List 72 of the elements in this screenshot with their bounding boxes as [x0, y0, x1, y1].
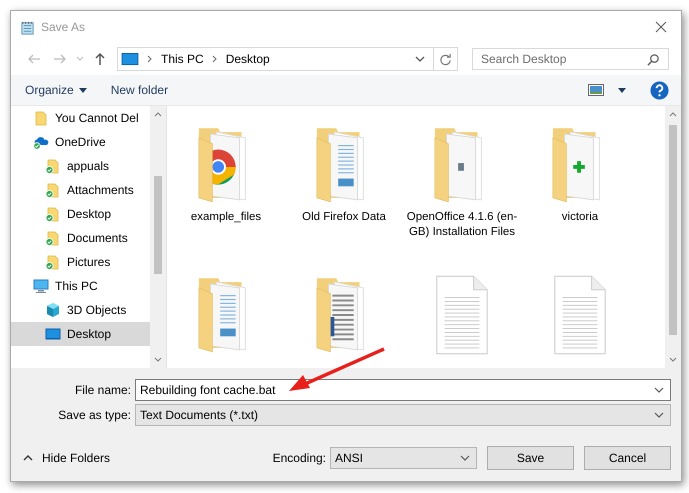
chevron-down-icon [654, 412, 664, 418]
file-item[interactable]: example_files [167, 124, 285, 274]
sidebar-item[interactable]: Attachments [11, 178, 150, 202]
file-name: victoria [560, 210, 600, 225]
chevron-up-icon [23, 455, 33, 461]
left-arrow-icon [27, 52, 41, 66]
organize-menu-button[interactable]: Organize [21, 80, 91, 100]
file-name-field[interactable]: Rebuilding font cache.bat [135, 378, 671, 400]
new-folder-button[interactable]: New folder [106, 80, 172, 100]
sidebar-item[interactable]: OneDrive [11, 130, 150, 154]
help-icon [650, 80, 669, 100]
breadcrumb-item[interactable]: This PC [161, 52, 204, 66]
search-icon[interactable] [647, 53, 660, 66]
chevron-down-icon[interactable] [415, 56, 425, 62]
search-field[interactable]: Search Desktop [472, 48, 669, 70]
close-icon [655, 21, 667, 33]
file-item[interactable]: OpenOffice 4.1.6 (en-GB) Installation Files [403, 124, 521, 274]
file-name: example_files [190, 210, 262, 225]
chevron-down-icon [669, 357, 677, 362]
cloud-icon [33, 134, 49, 150]
folder-icon [33, 110, 49, 126]
save-as-type-dropdown[interactable]: Text Documents (*.txt) [135, 404, 671, 426]
encoding-dropdown[interactable]: ANSI [330, 447, 477, 469]
caret-down-icon [78, 88, 87, 92]
save-button[interactable]: Save [487, 446, 574, 470]
chevron-down-icon [76, 56, 84, 62]
encoding-label: Encoding: [272, 451, 326, 465]
file-name-label: File name: [74, 382, 132, 396]
chevron-down-icon[interactable] [654, 386, 664, 392]
file-item[interactable]: victoria [521, 124, 639, 274]
picture-icon [588, 84, 604, 96]
chevron-down-icon [154, 357, 162, 362]
sidebar-item[interactable]: Pictures [11, 250, 150, 274]
chevron-up-icon [669, 112, 677, 117]
up-arrow-icon [93, 52, 107, 66]
sidebar-item[interactable]: Desktop [11, 202, 150, 226]
cancel-button[interactable]: Cancel [584, 446, 671, 470]
cube-icon [45, 302, 61, 318]
sidebar-item[interactable]: 3D Objects [11, 298, 150, 322]
right-arrow-icon [53, 52, 67, 66]
chevron-right-icon [147, 55, 153, 63]
sidebar-item[interactable]: Documents [11, 226, 150, 250]
window-title: Save As [41, 20, 86, 34]
sidebar-item[interactable]: This PC [11, 274, 150, 298]
sidebar-item[interactable]: Desktop [11, 322, 150, 346]
scrollbar[interactable] [665, 106, 681, 368]
computer-icon [33, 278, 49, 294]
synced-folder-icon [45, 230, 61, 246]
notepad-icon [20, 20, 35, 34]
synced-folder-icon [45, 206, 61, 222]
desktop-icon [121, 52, 139, 66]
sidebar-item[interactable]: appuals [11, 154, 150, 178]
file-name: OpenOffice 4.1.6 (en-GB) Installation Files [406, 210, 518, 240]
chevron-up-icon [154, 112, 162, 117]
save-as-type-label: Save as type: [57, 408, 132, 422]
sidebar-item[interactable]: You Cannot Del [11, 106, 150, 130]
caret-down-icon [618, 88, 626, 92]
scrollbar-thumb[interactable] [669, 125, 677, 335]
file-item[interactable]: Old Firefox Data [285, 124, 403, 274]
synced-folder-icon [45, 158, 61, 174]
file-name: Old Firefox Data [301, 210, 387, 225]
hide-folders-button[interactable]: Hide Folders [11, 451, 110, 465]
chevron-down-icon [460, 455, 470, 461]
scrollbar[interactable] [150, 106, 166, 368]
chevron-right-icon [212, 55, 218, 63]
scrollbar-thumb[interactable] [154, 176, 162, 274]
desktop-icon [45, 326, 61, 342]
synced-folder-icon [45, 182, 61, 198]
refresh-icon [439, 52, 452, 66]
synced-folder-icon [45, 254, 61, 270]
breadcrumb-item[interactable]: Desktop [226, 52, 270, 66]
address-bar[interactable]: This PC Desktop [117, 47, 458, 71]
